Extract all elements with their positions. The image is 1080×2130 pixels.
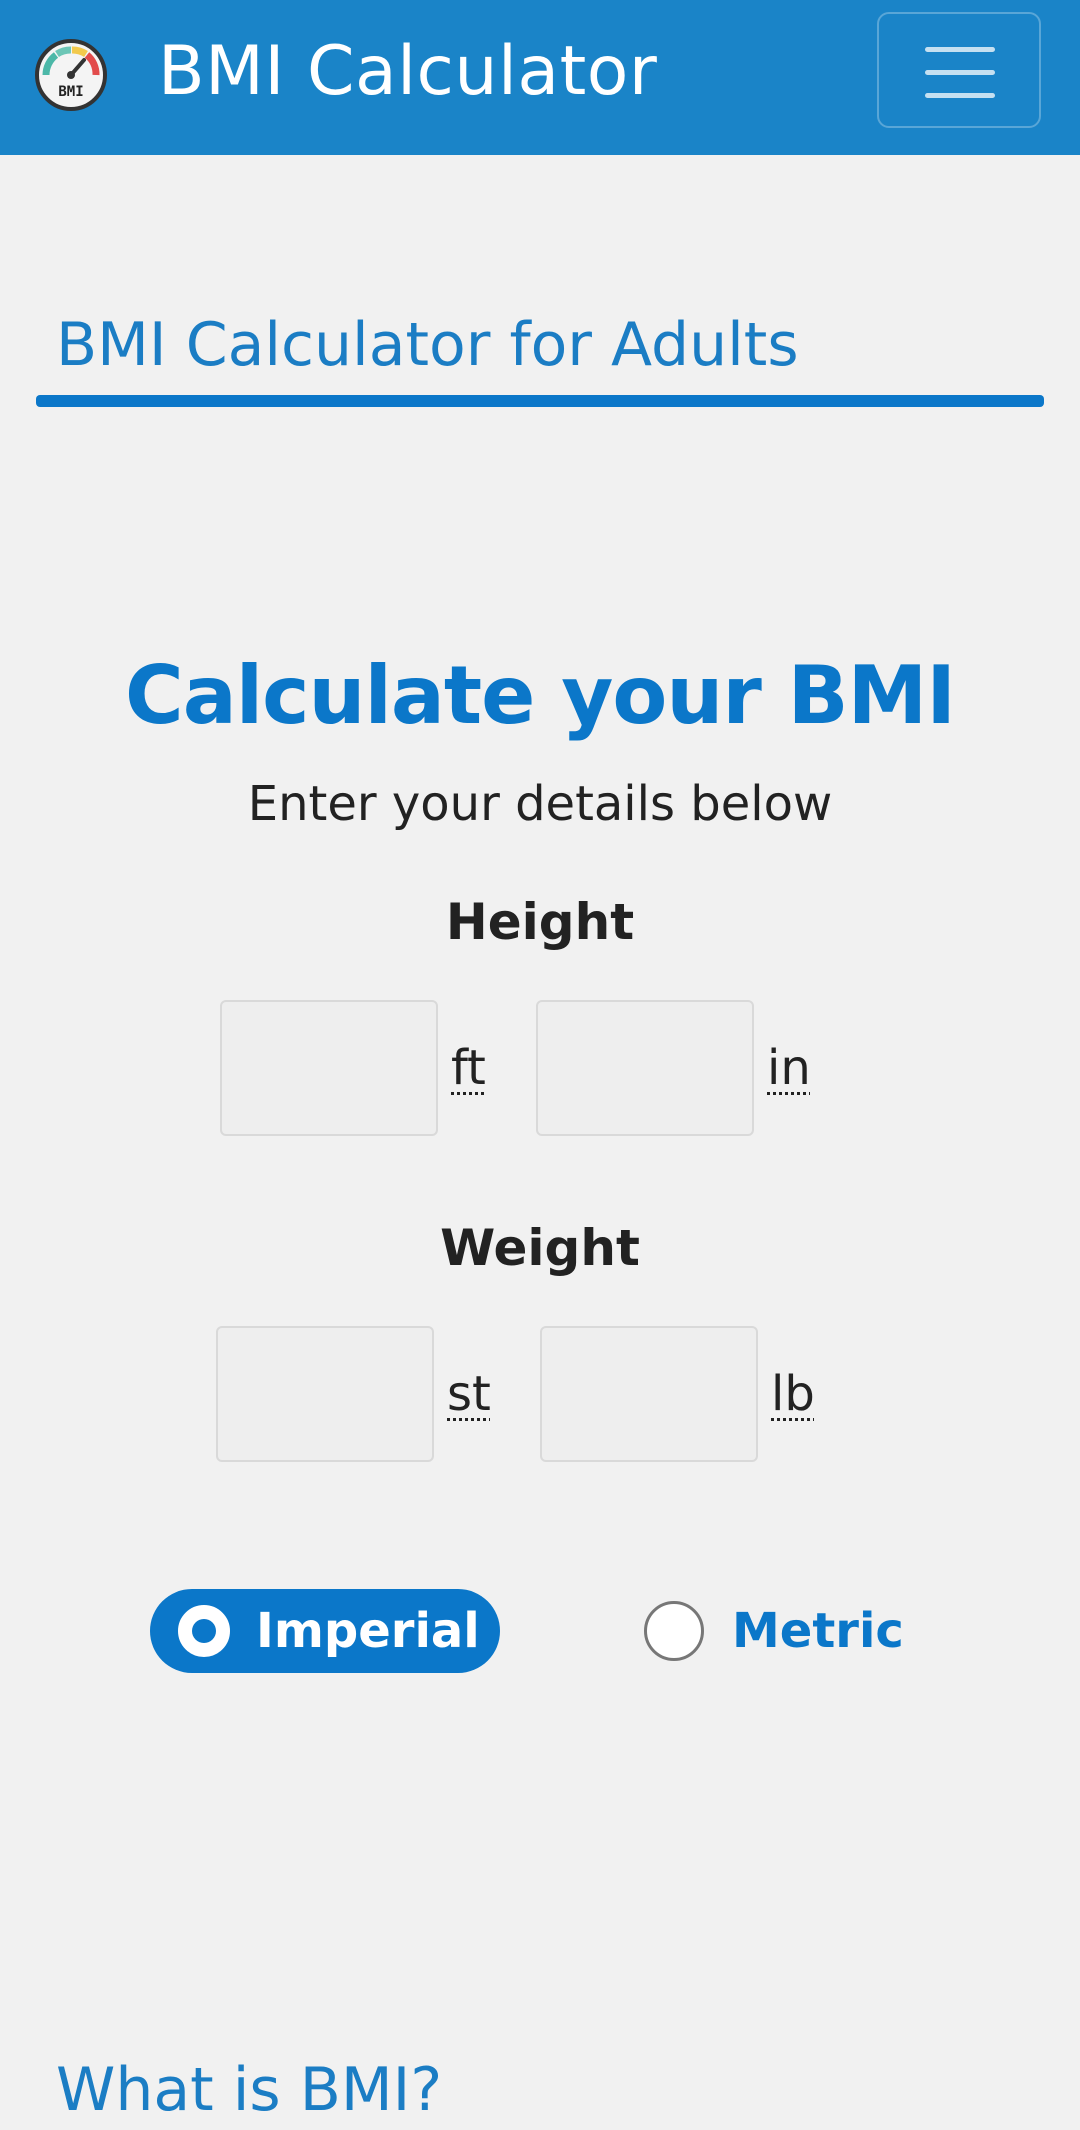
radio-dot xyxy=(192,1619,216,1643)
hamburger-menu-icon xyxy=(925,47,995,52)
logo-text: BMI xyxy=(58,84,83,100)
feet-unit: ft xyxy=(451,1040,486,1096)
height-label: Height xyxy=(445,893,635,951)
section-title: BMI Calculator for Adults xyxy=(56,310,799,380)
inches-unit: in xyxy=(767,1040,811,1096)
height-inches-input[interactable] xyxy=(536,1000,754,1136)
weight-pounds-input[interactable] xyxy=(540,1326,758,1462)
radio-selected-icon xyxy=(178,1605,230,1657)
weight-label: Weight xyxy=(440,1219,640,1277)
what-is-bmi-heading: What is BMI? xyxy=(56,2055,443,2125)
stones-unit: st xyxy=(447,1366,491,1422)
radio-unselected-icon xyxy=(644,1601,704,1661)
hamburger-menu-icon-bar xyxy=(925,70,995,75)
calculator-title: Calculate your BMI xyxy=(125,649,956,742)
height-feet-input[interactable] xyxy=(220,1000,438,1136)
menu-toggle-button[interactable] xyxy=(877,12,1041,128)
app-title[interactable]: BMI Calculator xyxy=(158,30,657,114)
weight-stones-input[interactable] xyxy=(216,1326,434,1462)
imperial-unit-toggle[interactable]: Imperial xyxy=(150,1589,500,1673)
calculator-subtitle: Enter your details below xyxy=(247,776,833,832)
bmi-gauge-icon[interactable]: BMI xyxy=(34,38,108,112)
section-divider xyxy=(36,395,1044,407)
metric-unit-toggle[interactable]: Metric xyxy=(640,1589,904,1673)
imperial-label: Imperial xyxy=(256,1603,480,1659)
hamburger-menu-icon-bar xyxy=(925,93,995,98)
navbar: BMI BMI Calculator xyxy=(0,0,1080,155)
metric-label: Metric xyxy=(732,1603,904,1659)
pounds-unit: lb xyxy=(771,1366,815,1422)
